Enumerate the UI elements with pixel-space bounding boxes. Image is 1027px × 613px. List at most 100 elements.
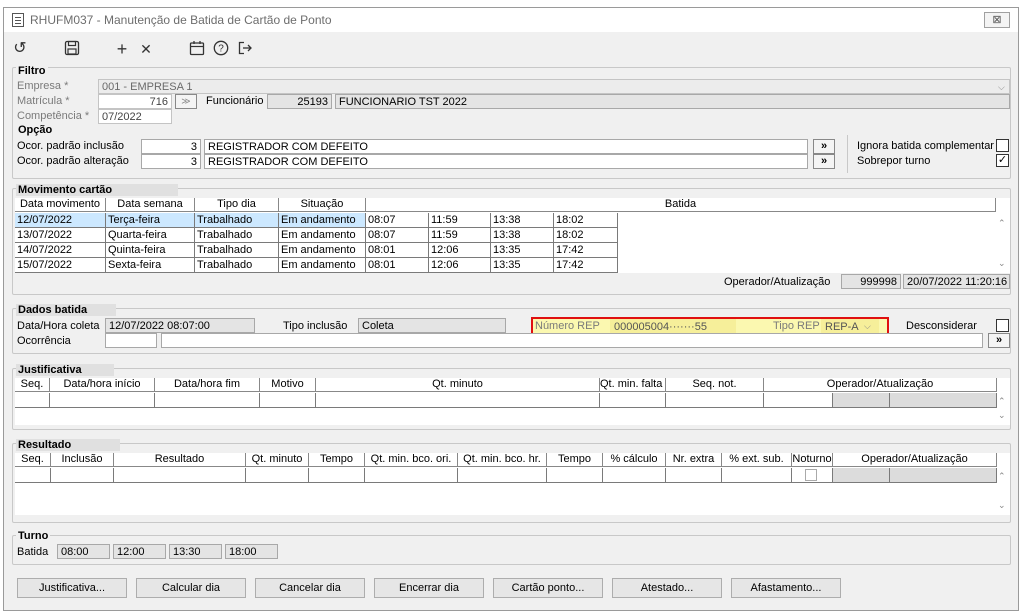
resultado-col-10[interactable]: % ext. sub. (722, 453, 792, 467)
help-icon[interactable]: ? (211, 40, 231, 58)
movimento-cell-b1[interactable]: 08:01 (366, 258, 429, 273)
movimento-cell-tipo[interactable]: Trabalhado (195, 258, 279, 273)
movimento-cell-b3[interactable]: 13:35 (491, 243, 554, 258)
matricula-field[interactable]: 716 (98, 94, 172, 109)
movimento-cell-data[interactable]: 15/07/2022 (15, 258, 106, 273)
movimento-cell-situacao[interactable]: Em andamento (279, 258, 366, 273)
col-tipo-dia[interactable]: Tipo dia (195, 198, 279, 212)
justificativa-cell[interactable] (764, 393, 833, 408)
justificativa-button[interactable]: Justificativa... (17, 578, 127, 598)
movimento-cell-situacao[interactable]: Em andamento (279, 243, 366, 258)
scroll-down-icon[interactable]: ⌄ (998, 258, 1006, 269)
justificativa-col-7[interactable]: Operador/Atualização (764, 378, 997, 392)
justificativa-col-0[interactable]: Seq. (15, 378, 50, 392)
col-situacao[interactable]: Situação (279, 198, 366, 212)
justificativa-col-3[interactable]: Motivo (260, 378, 316, 392)
resultado-col-11[interactable]: Noturno (792, 453, 833, 467)
justificativa-cell[interactable] (890, 393, 997, 408)
cancelar-dia-button[interactable]: Cancelar dia (255, 578, 365, 598)
justificativa-cell[interactable] (666, 393, 764, 408)
sobrepor-checkbox[interactable]: ✓ (996, 154, 1009, 167)
resultado-col-4[interactable]: Tempo (309, 453, 365, 467)
justificativa-cell[interactable] (600, 393, 666, 408)
movimento-cell-situacao[interactable]: Em andamento (279, 228, 366, 243)
justificativa-cell[interactable] (316, 393, 600, 408)
calcular-dia-button[interactable]: Calcular dia (136, 578, 246, 598)
resultado-cell[interactable] (365, 468, 458, 483)
movimento-cell-semana[interactable]: Terça-feira (106, 213, 195, 228)
save-icon[interactable] (62, 40, 82, 58)
resultado-cell[interactable] (792, 468, 833, 483)
movimento-cell-data[interactable]: 14/07/2022 (15, 243, 106, 258)
alteracao-code-field[interactable]: 3 (141, 154, 201, 169)
resultado-cell[interactable] (890, 468, 997, 483)
resultado-col-8[interactable]: % cálculo (603, 453, 666, 467)
inclusao-lookup-button[interactable]: » (813, 139, 835, 154)
ignora-checkbox[interactable] (996, 139, 1009, 152)
numero-rep-field[interactable]: 000005004·······55 (610, 319, 736, 334)
scroll-up-icon[interactable]: ⌃ (998, 396, 1006, 407)
movimento-cell-b2[interactable]: 12:06 (429, 258, 491, 273)
scroll-up-icon[interactable]: ⌃ (998, 471, 1006, 482)
scroll-down-icon[interactable]: ⌄ (998, 410, 1006, 421)
movimento-cell-tipo[interactable]: Trabalhado (195, 243, 279, 258)
movimento-cell-b3[interactable]: 13:35 (491, 258, 554, 273)
resultado-col-9[interactable]: Nr. extra (666, 453, 722, 467)
col-data-semana[interactable]: Data semana (106, 198, 195, 212)
inclusao-code-field[interactable]: 3 (141, 139, 201, 154)
resultado-col-2[interactable]: Resultado (114, 453, 246, 467)
resultado-cell[interactable] (15, 468, 51, 483)
movimento-cell-b4[interactable]: 17:42 (554, 243, 618, 258)
resultado-col-3[interactable]: Qt. minuto (246, 453, 309, 467)
justificativa-col-5[interactable]: Qt. min. falta bco. (600, 378, 666, 392)
resultado-cell[interactable] (547, 468, 603, 483)
ocorrencia-lookup-button[interactable]: » (988, 333, 1010, 348)
movimento-cell-semana[interactable]: Sexta-feira (106, 258, 195, 273)
movimento-cell-b1[interactable]: 08:07 (366, 228, 429, 243)
cartao-ponto-button[interactable]: Cartão ponto... (493, 578, 603, 598)
movimento-cell-tipo[interactable]: Trabalhado (195, 213, 279, 228)
resultado-cell[interactable] (246, 468, 309, 483)
competencia-field[interactable]: 07/2022 (98, 109, 172, 124)
resultado-col-6[interactable]: Qt. min. bco. hr. (458, 453, 547, 467)
justificativa-cell[interactable] (833, 393, 890, 408)
movimento-cell-b1[interactable]: 08:01 (366, 243, 429, 258)
justificativa-cell[interactable] (155, 393, 260, 408)
movimento-cell-data[interactable]: 12/07/2022 (15, 213, 106, 228)
movimento-cell-b1[interactable]: 08:07 (366, 213, 429, 228)
movimento-cell-b4[interactable]: 17:42 (554, 258, 618, 273)
resultado-col-0[interactable]: Seq. (15, 453, 51, 467)
ocorrencia-code-field[interactable] (105, 333, 157, 348)
resultado-cell[interactable] (722, 468, 792, 483)
empresa-select[interactable]: 001 - EMPRESA 1 (98, 79, 1010, 94)
resultado-col-12[interactable]: Operador/Atualização (833, 453, 997, 467)
resultado-col-1[interactable]: Inclusão (51, 453, 114, 467)
resultado-cell[interactable] (114, 468, 246, 483)
matricula-lookup-button[interactable]: ≫ (175, 94, 197, 109)
resultado-cell[interactable] (458, 468, 547, 483)
movimento-cell-b3[interactable]: 13:38 (491, 228, 554, 243)
movimento-cell-b2[interactable]: 11:59 (429, 213, 491, 228)
movimento-cell-b4[interactable]: 18:02 (554, 228, 618, 243)
afastamento-button[interactable]: Afastamento... (731, 578, 841, 598)
atestado-button[interactable]: Atestado... (612, 578, 722, 598)
justificativa-col-2[interactable]: Data/hora fim (155, 378, 260, 392)
close-button[interactable]: ⊠ (984, 12, 1010, 28)
resultado-cell[interactable] (51, 468, 114, 483)
alteracao-lookup-button[interactable]: » (813, 154, 835, 169)
resultado-col-7[interactable]: Tempo (547, 453, 603, 467)
scroll-up-icon[interactable]: ⌃ (998, 218, 1006, 229)
col-batida[interactable]: Batida (366, 198, 996, 212)
resultado-cell[interactable] (603, 468, 666, 483)
calendar-icon[interactable] (187, 40, 207, 58)
movimento-cell-tipo[interactable]: Trabalhado (195, 228, 279, 243)
justificativa-col-6[interactable]: Seq. not. (666, 378, 764, 392)
col-data-movimento[interactable]: Data movimento (15, 198, 106, 212)
justificativa-col-4[interactable]: Qt. minuto (316, 378, 600, 392)
justificativa-cell[interactable] (15, 393, 50, 408)
delete-icon[interactable]: ✕ (136, 40, 156, 58)
resultado-cell[interactable] (309, 468, 365, 483)
justificativa-cell[interactable] (50, 393, 155, 408)
justificativa-cell[interactable] (260, 393, 316, 408)
movimento-cell-b4[interactable]: 18:02 (554, 213, 618, 228)
